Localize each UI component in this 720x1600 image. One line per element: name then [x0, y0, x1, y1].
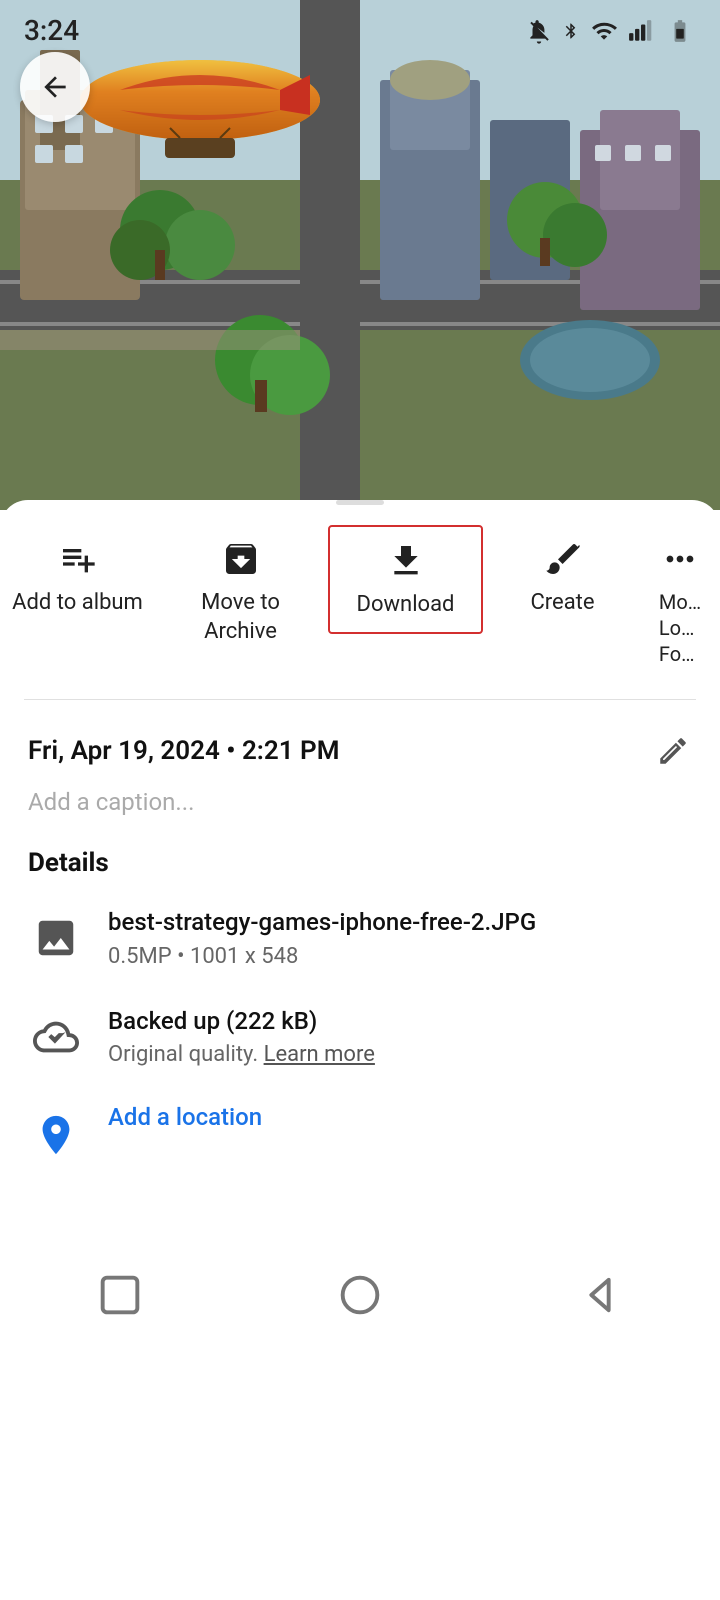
edit-datetime-button[interactable]	[654, 732, 692, 770]
backup-detail: Original quality. Learn more	[108, 1042, 375, 1067]
caption-placeholder[interactable]: Add a caption...	[28, 788, 692, 816]
move-to-archive-button[interactable]: Move to Archive	[155, 525, 326, 658]
backup-detail-row: Backed up (222 kB) Original quality. Lea…	[28, 1005, 692, 1068]
status-icons	[526, 18, 696, 44]
download-button[interactable]: Download	[328, 525, 483, 634]
signal-icon	[628, 18, 654, 44]
status-bar: 3:24	[0, 0, 720, 57]
bluetooth-icon	[562, 18, 580, 44]
create-button[interactable]: Create	[485, 525, 640, 630]
square-icon	[94, 1269, 146, 1321]
info-section: Fri, Apr 19, 2024 • 2:21 PM Add a captio…	[0, 700, 720, 1223]
image-file-icon	[28, 910, 84, 966]
datetime-row: Fri, Apr 19, 2024 • 2:21 PM	[28, 732, 692, 770]
action-sheet: Add to album Move to Archive Download	[0, 500, 720, 1355]
cloud-backup-icon	[28, 1009, 84, 1065]
more-button[interactable]: Mo…Lo…Fo…	[640, 525, 720, 679]
add-location-label[interactable]: Add a location	[108, 1103, 262, 1131]
archive-icon	[219, 537, 263, 581]
filename: best-strategy-games-iphone-free-2.JPG	[108, 906, 536, 940]
location-detail-row[interactable]: Add a location	[28, 1103, 692, 1163]
circle-icon	[334, 1269, 386, 1321]
nav-square-button[interactable]	[88, 1263, 152, 1327]
file-detail-row: best-strategy-games-iphone-free-2.JPG 0.…	[28, 906, 692, 969]
pencil-icon	[656, 734, 690, 768]
add-to-album-button[interactable]: Add to album	[0, 525, 155, 630]
triangle-icon	[574, 1269, 626, 1321]
learn-more-link[interactable]: Learn more	[264, 1042, 375, 1067]
download-label: Download	[357, 591, 455, 620]
nav-bar	[0, 1243, 720, 1355]
more-icon	[658, 537, 702, 581]
battery-icon	[664, 18, 696, 44]
actions-row: Add to album Move to Archive Download	[0, 505, 720, 699]
file-detail-text: best-strategy-games-iphone-free-2.JPG 0.…	[108, 906, 536, 969]
photo-image	[0, 0, 720, 510]
playlist-add-icon	[56, 537, 100, 581]
bell-off-icon	[526, 18, 552, 44]
datetime-text: Fri, Apr 19, 2024 • 2:21 PM	[28, 736, 340, 766]
status-time: 3:24	[24, 14, 79, 47]
location-icon	[28, 1107, 84, 1163]
back-arrow-icon	[39, 71, 71, 103]
city-illustration	[0, 0, 720, 510]
filespec: 0.5MP • 1001 x 548	[108, 944, 536, 969]
nav-back-button[interactable]	[568, 1263, 632, 1327]
location-text: Add a location	[108, 1103, 262, 1131]
wifi-icon	[590, 18, 618, 44]
move-to-archive-label: Move to Archive	[165, 589, 316, 646]
backup-detail-text: Backed up (222 kB) Original quality. Lea…	[108, 1005, 375, 1068]
create-label: Create	[530, 589, 594, 618]
backup-status: Backed up (222 kB)	[108, 1005, 375, 1039]
brush-icon	[541, 537, 585, 581]
download-icon	[384, 539, 428, 583]
back-button[interactable]	[20, 52, 90, 122]
add-to-album-label: Add to album	[12, 589, 143, 618]
details-heading: Details	[28, 848, 692, 878]
more-label: Mo…Lo…Fo…	[659, 589, 701, 667]
nav-home-button[interactable]	[328, 1263, 392, 1327]
